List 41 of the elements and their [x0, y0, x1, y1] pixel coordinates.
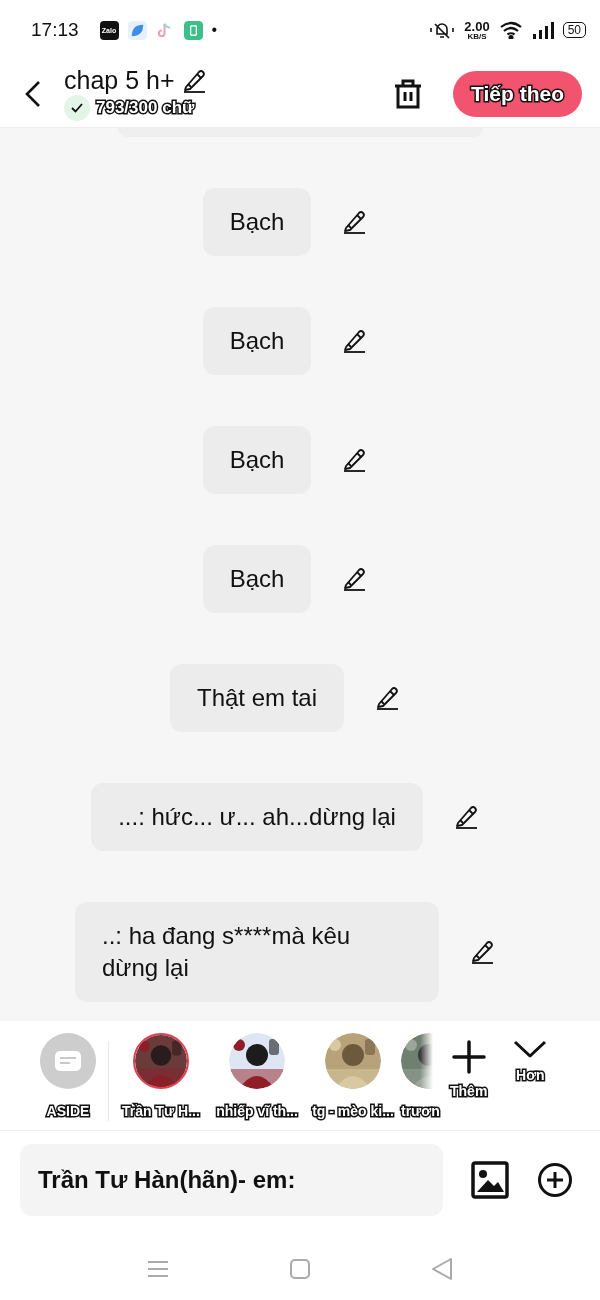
- message-bubble[interactable]: Bạch: [202, 545, 312, 613]
- character-avatar[interactable]: [133, 1033, 189, 1089]
- character-avatar[interactable]: [325, 1033, 381, 1089]
- back-icon[interactable]: [24, 78, 42, 109]
- add-button[interactable]: Thêm: [446, 1033, 492, 1099]
- character-name: tg - mèo ki...: [312, 1103, 394, 1119]
- clock-time: 17:13: [31, 19, 79, 41]
- edit-pencil-icon[interactable]: [469, 939, 495, 965]
- edit-pencil-icon[interactable]: [341, 566, 368, 592]
- message-bubble[interactable]: Thật em tai: [169, 664, 344, 732]
- message-bubble[interactable]: ...: hức... ư... ah...dừng lại: [91, 783, 423, 851]
- trash-icon[interactable]: [393, 77, 424, 110]
- signal-icon: [531, 21, 554, 39]
- message-bubble[interactable]: Bạch: [202, 307, 312, 375]
- edit-pencil-icon[interactable]: [374, 685, 400, 711]
- battery-app-icon: [183, 20, 203, 40]
- image-icon[interactable]: [471, 1161, 509, 1199]
- more-dot: •: [211, 21, 218, 39]
- add-circle-icon[interactable]: [537, 1162, 573, 1198]
- character-name: nhiếp vĩ th...: [216, 1103, 298, 1119]
- network-speed: 2.00: [464, 19, 490, 33]
- character-name: trươn: [401, 1103, 440, 1119]
- more-button[interactable]: Hơn: [509, 1033, 552, 1099]
- battery-level: 50: [562, 22, 586, 38]
- message-bubble[interactable]: ..: ha đang s****mà kêu dừng lại: [75, 902, 439, 1002]
- word-count: 793/300 chữ: [96, 98, 195, 118]
- muted-bell-icon: [429, 20, 456, 40]
- character-name: Trần Tư H...: [122, 1103, 200, 1119]
- leaf-icon: [127, 20, 147, 40]
- message-bubble[interactable]: Bạch: [202, 426, 312, 494]
- character-name: ASIDE: [46, 1103, 90, 1119]
- message-input[interactable]: Trần Tư Hàn(hãn)- em:: [20, 1144, 443, 1216]
- message-bubble[interactable]: Bạch: [202, 188, 312, 256]
- edit-pencil-icon[interactable]: [341, 447, 368, 473]
- wifi-icon: [498, 21, 523, 39]
- plus-icon: [450, 1039, 487, 1075]
- chevron-down-icon: [513, 1039, 548, 1059]
- chapter-title: chap 5 h+: [64, 66, 175, 95]
- edit-pencil-icon[interactable]: [341, 209, 368, 235]
- speed-unit: KB/S: [467, 32, 487, 41]
- edit-pencil-icon[interactable]: [341, 328, 368, 354]
